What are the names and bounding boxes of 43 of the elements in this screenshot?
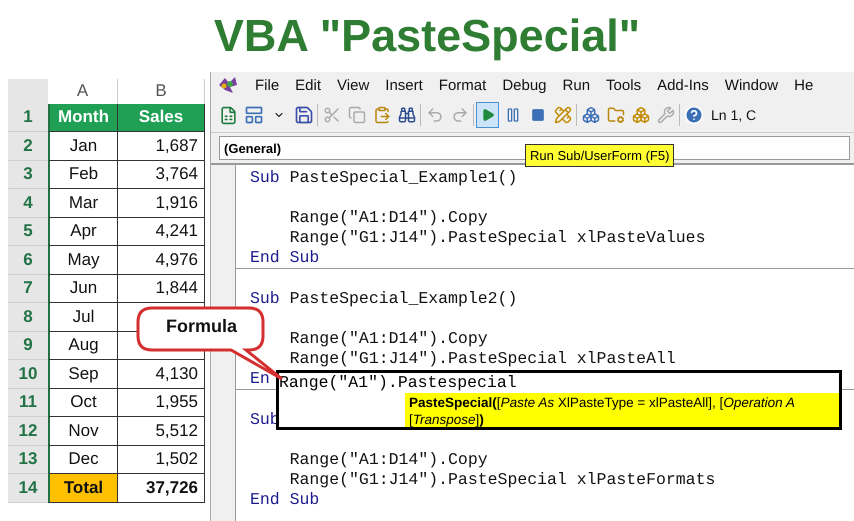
code-line: End Sub — [250, 248, 320, 268]
table-cell: Mar — [48, 189, 118, 218]
callout-label: Formula — [166, 316, 238, 337]
table-cell: Apr — [48, 218, 118, 246]
table-cell: Jul — [48, 303, 118, 332]
table-cell: May — [48, 246, 118, 274]
code-line: End Sub — [250, 490, 320, 510]
table-cell: 4,130 — [118, 360, 205, 388]
code-line: Sub PasteSpecial_Example1() — [250, 168, 518, 188]
table-cell: 37,726 — [118, 474, 205, 502]
table-cell: Jan — [48, 132, 118, 160]
table-cell: 5,512 — [118, 417, 205, 446]
table-cell: Dec — [48, 446, 118, 474]
table-cell: 4,976 — [118, 246, 205, 274]
code-line: Sub PasteSpecial_Example2() — [250, 289, 518, 309]
code-line: Range("A1:D14").Copy — [288, 208, 488, 228]
table-cell: Jun — [48, 274, 118, 303]
page-title: VBA "PasteSpecial" — [212, 9, 642, 63]
table-cell: Aug — [48, 332, 118, 360]
table-cell: 3,764 — [118, 160, 205, 189]
table-cell: Month — [48, 104, 118, 132]
table-cell: Oct — [48, 388, 118, 417]
table-cell: 1,916 — [118, 189, 205, 218]
table-cell: Feb — [48, 160, 118, 189]
table-cell: Nov — [48, 417, 118, 446]
code-line: Range("A1:D14").Copy — [288, 329, 488, 349]
table-cell: 1,687 — [118, 132, 205, 160]
tooltip: Run Sub/UserForm (F5) — [525, 144, 674, 167]
cursor-position: Ln 1, C — [711, 107, 756, 123]
table-cell: Sales — [118, 104, 205, 132]
table-cell: 1,844 — [118, 274, 205, 303]
code-line: Range("G1:J14").PasteSpecial xlPasteValues — [288, 228, 706, 248]
table-cell: 4,241 — [118, 218, 205, 246]
table-cell: 1,955 — [118, 388, 205, 417]
code-line: En — [250, 369, 270, 389]
table-cell: 1,502 — [118, 446, 205, 474]
table-cell: Total — [48, 474, 118, 502]
code-line: Range("G1:J14").PasteSpecial xlPasteAll — [288, 349, 676, 369]
parameter-tooltip: PasteSpecial([Paste As XlPasteType = xlPasteAll], [Operation A [Transpose]) — [405, 393, 839, 427]
table-cell: Sep — [48, 360, 118, 388]
code-line: Range("A1:D14").Copy — [288, 450, 488, 470]
code-line: Range("A1").Pastespecial — [279, 373, 518, 393]
code-line: Range("G1:J14").PasteSpecial xlPasteFormats — [288, 470, 716, 490]
